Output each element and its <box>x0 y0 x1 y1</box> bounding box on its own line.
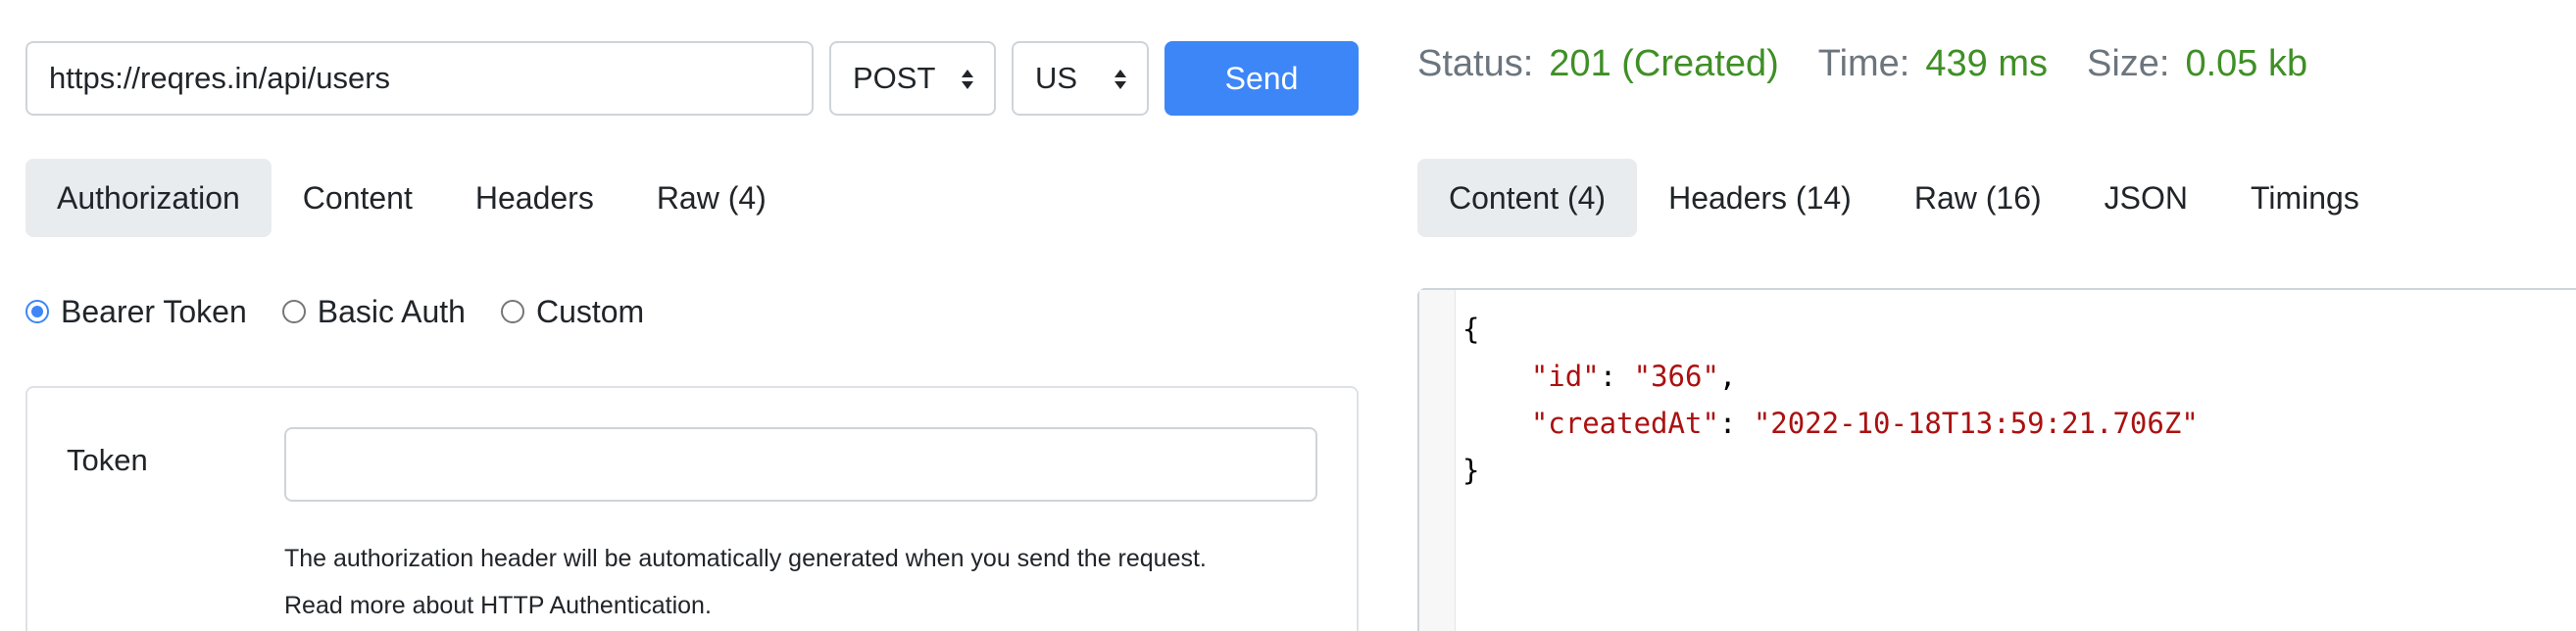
updown-caret-icon <box>962 70 973 89</box>
region-select[interactable]: US <box>1012 41 1149 116</box>
tab-response-headers[interactable]: Headers (14) <box>1637 159 1883 237</box>
auth-help-text: The authorization header will be automat… <box>284 545 1207 572</box>
json-close-brace: } <box>1462 454 1480 487</box>
send-button[interactable]: Send <box>1164 41 1359 116</box>
status-label: Status: <box>1417 43 1534 84</box>
json-value: "366" <box>1633 360 1719 393</box>
size-label: Size: <box>2086 43 2170 84</box>
auth-type-radios: Bearer Token Basic Auth Custom <box>25 290 679 333</box>
editor-gutter <box>1419 290 1456 631</box>
updown-caret-icon <box>1115 70 1126 89</box>
request-tabs: Authorization Content Headers Raw (4) <box>25 159 798 237</box>
response-tabs: Content (4) Headers (14) Raw (16) JSON T… <box>1417 159 2391 237</box>
radio-unchecked-icon[interactable] <box>500 300 524 323</box>
response-summary: Status: 201 (Created) Time: 439 ms Size:… <box>1417 43 2347 90</box>
tab-headers[interactable]: Headers <box>444 159 625 237</box>
tab-authorization[interactable]: Authorization <box>25 159 272 237</box>
radio-basic-auth[interactable]: Basic Auth <box>281 293 466 330</box>
json-comma: , <box>1718 360 1737 393</box>
json-key: "createdAt" <box>1530 407 1719 440</box>
tab-response-timings[interactable]: Timings <box>2219 159 2391 237</box>
method-value: POST <box>853 61 936 95</box>
radio-bearer-token[interactable]: Bearer Token <box>25 294 247 330</box>
radio-custom[interactable]: Custom <box>500 293 645 330</box>
region-value: US <box>1035 61 1078 95</box>
token-label: Token <box>67 443 148 477</box>
radio-unchecked-icon[interactable] <box>281 300 306 323</box>
tab-response-content[interactable]: Content (4) <box>1417 159 1638 237</box>
json-open-brace: { <box>1462 313 1480 346</box>
tab-content[interactable]: Content <box>272 159 444 237</box>
time-label: Time: <box>1817 43 1910 84</box>
auth-help-link-text[interactable]: Read more about HTTP Authentication. <box>284 592 712 620</box>
radio-label: Basic Auth <box>317 293 466 329</box>
tab-response-raw[interactable]: Raw (16) <box>1883 159 2073 237</box>
response-body-code[interactable]: { "id": "366", "createdAt": "2022-10-18T… <box>1462 306 2199 494</box>
app-root: https://reqres.in/api/users POST US Send… <box>0 0 2576 631</box>
radio-checked-icon[interactable] <box>25 300 49 323</box>
time-value: 439 ms <box>1925 43 2048 84</box>
method-select[interactable]: POST <box>829 41 996 116</box>
size-value: 0.05 kb <box>2185 43 2308 84</box>
tab-raw[interactable]: Raw (4) <box>625 159 798 237</box>
url-input[interactable]: https://reqres.in/api/users <box>25 41 814 116</box>
tab-response-json[interactable]: JSON <box>2073 159 2219 237</box>
status-value: 201 (Created) <box>1549 43 1779 84</box>
json-value: "2022-10-18T13:59:21.706Z" <box>1753 407 2199 440</box>
json-key: "id" <box>1530 360 1600 393</box>
radio-label: Custom <box>535 293 645 329</box>
radio-label: Bearer Token <box>61 293 247 329</box>
token-input[interactable] <box>284 427 1317 502</box>
